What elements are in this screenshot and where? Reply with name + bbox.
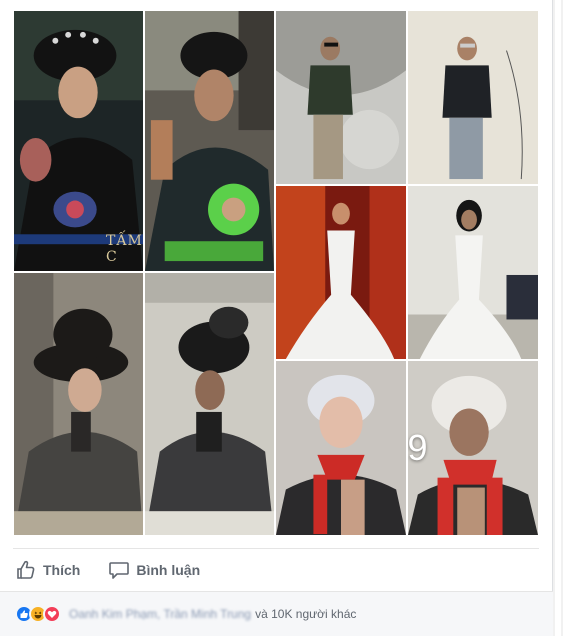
like-label: Thích	[43, 561, 81, 578]
comment-label: Bình luận	[136, 561, 201, 578]
photo-tile-more[interactable]: +9	[407, 360, 539, 536]
comment-button[interactable]: Bình luận	[106, 554, 202, 586]
reaction-icons	[15, 605, 61, 623]
scrollbar-thumb[interactable]	[555, 0, 561, 636]
thumbs-up-icon	[15, 559, 37, 581]
photo-tile[interactable]	[144, 10, 275, 272]
photo-tile[interactable]	[275, 360, 407, 536]
comment-bubble-icon	[108, 559, 130, 581]
photo-tile[interactable]	[275, 185, 407, 360]
post-card: TẤM C 9 Thích Bình luận Oanh Kim Phạm, T…	[0, 0, 553, 636]
love-reaction-icon	[43, 605, 61, 623]
reactions-summary[interactable]: Oanh Kim Phạm, Trần Minh Trung và 10K ng…	[0, 591, 553, 636]
photo-tile[interactable]	[144, 272, 275, 536]
photo-caption: TẤM C	[106, 233, 143, 265]
photo-tile[interactable]	[13, 272, 144, 536]
photo-tile[interactable]	[275, 10, 407, 185]
more-photos-overlay[interactable]: +9	[407, 361, 538, 535]
photo-gallery: TẤM C 9	[13, 10, 539, 536]
photo-tile[interactable]	[407, 185, 539, 360]
post-actions-bar: Thích Bình luận	[13, 548, 539, 590]
photo-tile[interactable]: TẤM C	[13, 10, 144, 272]
more-photos-count: +9	[407, 427, 428, 468]
reactor-names[interactable]: Oanh Kim Phạm, Trần Minh Trung	[69, 607, 251, 621]
reactor-others-count[interactable]: và 10K người khác	[255, 607, 356, 621]
scrollbar[interactable]	[553, 0, 563, 636]
photo-tile[interactable]	[407, 10, 539, 185]
like-button[interactable]: Thích	[13, 554, 82, 586]
